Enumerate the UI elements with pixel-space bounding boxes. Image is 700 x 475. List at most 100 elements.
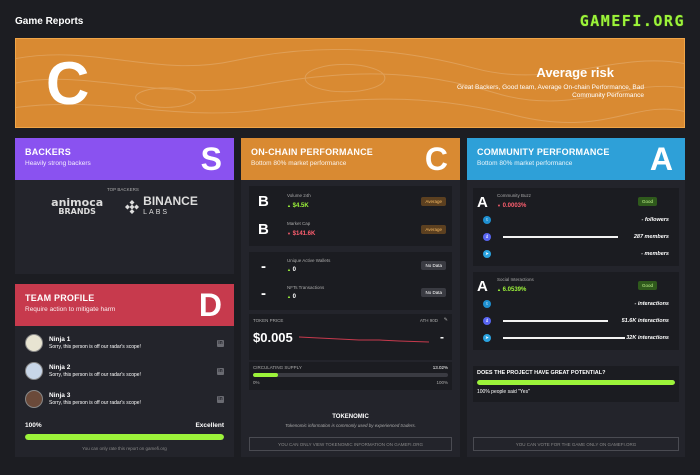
- discord-icon[interactable]: d: [483, 317, 491, 325]
- binance-icon: [125, 200, 140, 214]
- animoca-logo-line2: BRANDS: [58, 207, 96, 216]
- team-member[interactable]: Ninja 2 Sorry, this person is off our ra…: [25, 362, 225, 380]
- supply-box: CIRCULATING SUPPLY 13.02% 0% 100%: [249, 362, 452, 390]
- token-price-box: TOKEN PRICE ATH 90D ✎ $0.005 -: [249, 314, 452, 360]
- topography-pattern: [16, 48, 684, 123]
- token-range-label: ATH 90D: [419, 318, 438, 323]
- up-arrow-icon: ▲: [287, 267, 291, 272]
- nft-label: NFTs Transactions: [287, 285, 325, 290]
- backers-grade: S: [200, 141, 222, 177]
- vote-button[interactable]: YOU CAN VOTE FOR THE GAME ONLY ON GAMEFI…: [473, 437, 679, 451]
- binance-name: BINANCE: [143, 194, 198, 208]
- tokenomic-title: TOKENOMIC: [332, 414, 369, 420]
- member-name: Ninja 3: [49, 392, 71, 399]
- wallets-grade: -: [261, 258, 266, 275]
- tokenomic-desc: Tokenomic information is commonly used b…: [285, 423, 416, 428]
- binance-labs-logo[interactable]: BINANCE LABS: [125, 194, 198, 218]
- wallets-label: Unique Active Wallets: [287, 258, 331, 263]
- community-performance-card: COMMUNITY PERFORMANCE Bottom 80% market …: [467, 138, 685, 457]
- community-subtitle: Bottom 80% market performance: [477, 160, 573, 167]
- telegram-icon[interactable]: ➤: [483, 250, 491, 258]
- animoca-brands-logo[interactable]: animoca BRANDS: [51, 196, 104, 216]
- backers-title: BACKERS: [25, 147, 71, 157]
- edit-icon[interactable]: ✎: [444, 317, 448, 323]
- team-member[interactable]: Ninja 1 Sorry, this person is off our ra…: [25, 334, 225, 352]
- nft-tag: No Data: [421, 288, 446, 297]
- token-ath-value: -: [440, 330, 444, 344]
- member-name: Ninja 1: [49, 336, 71, 343]
- team-title: TEAM PROFILE: [25, 293, 95, 303]
- discord-interactions-bar: [503, 320, 608, 322]
- onchain-grade: C: [424, 141, 448, 177]
- down-arrow-icon: ▼: [287, 231, 291, 236]
- rate-note: You can only rate this report on gamefi.…: [82, 446, 167, 451]
- linkedin-icon[interactable]: in: [217, 368, 224, 375]
- tokenomic-button[interactable]: YOU CAN ONLY VIEW TOKENOMIC INFORMATION …: [249, 437, 452, 451]
- telegram-interactions-bar: [503, 337, 625, 339]
- animoca-logo-line1: animoca: [51, 196, 104, 209]
- backers-header: BACKERS Heavily strong backers S: [15, 138, 234, 180]
- potential-vote-box: DOES THE PROJECT HAVE GREAT POTENTIAL? 1…: [473, 366, 679, 402]
- telegram-interactions: 32K interactions: [626, 335, 669, 341]
- twitter-followers-row: t - followers: [483, 215, 669, 225]
- discord-members-row: d 287 members: [483, 232, 669, 242]
- binance-logo-text: BINANCE LABS: [143, 194, 198, 218]
- member-note: Sorry, this person is off our radar's sc…: [49, 372, 141, 378]
- telegram-icon[interactable]: ➤: [483, 334, 491, 342]
- onchain-header: ON-CHAIN PERFORMANCE Bottom 80% market p…: [241, 138, 460, 180]
- social-percent: 6.0539%: [502, 287, 527, 293]
- supply-label: CIRCULATING SUPPLY: [253, 365, 302, 370]
- team-score-fill: [25, 434, 224, 440]
- market-metrics-box: B Volume 24h ▲ $4.5K Average B Market Ca…: [249, 186, 452, 246]
- buzz-grade: A: [477, 194, 488, 211]
- twitter-interactions: - interactions: [634, 301, 669, 307]
- buzz-value: ▼ 0.0003%: [497, 203, 526, 209]
- member-note: Sorry, this person is off our radar's sc…: [49, 344, 141, 350]
- marketcap-amount: $141.6K: [292, 231, 316, 237]
- risk-title: Average risk: [536, 65, 614, 80]
- up-arrow-icon: ▲: [287, 294, 291, 299]
- overall-risk-banner: C Average risk Great Backers, Good team,…: [15, 38, 685, 128]
- top-backers-label: TOP BACKERS: [107, 187, 139, 192]
- member-info: Ninja 1 Sorry, this person is off our ra…: [49, 336, 141, 350]
- twitter-count: - followers: [641, 217, 669, 223]
- discord-count: 287 members: [633, 234, 669, 240]
- member-info: Ninja 3 Sorry, this person is off our ra…: [49, 392, 141, 406]
- member-info: Ninja 2 Sorry, this person is off our ra…: [49, 364, 141, 378]
- token-price-sparkline: [299, 336, 429, 343]
- linkedin-icon[interactable]: in: [217, 396, 224, 403]
- member-note: Sorry, this person is off our radar's sc…: [49, 400, 141, 406]
- social-grade: A: [477, 278, 488, 295]
- discord-bar: [503, 236, 618, 238]
- supply-max: 100%: [436, 380, 448, 385]
- member-name: Ninja 2: [49, 364, 71, 371]
- marketcap-grade: B: [258, 221, 269, 238]
- up-arrow-icon: ▲: [497, 287, 501, 292]
- discord-interactions-row: d 51.6K interactions: [483, 316, 669, 326]
- social-interactions-box: A Social Interactions ▲ 6.0539% Good t -…: [473, 272, 679, 350]
- linkedin-icon[interactable]: in: [217, 340, 224, 347]
- telegram-count: - members: [641, 251, 669, 257]
- telegram-interactions-row: ➤ 32K interactions: [483, 333, 669, 343]
- supply-bar: [253, 373, 448, 377]
- token-price-value: $0.005: [253, 330, 293, 345]
- twitter-icon[interactable]: t: [483, 216, 491, 224]
- token-price-label: TOKEN PRICE: [253, 318, 284, 323]
- team-member[interactable]: Ninja 3 Sorry, this person is off our ra…: [25, 390, 225, 408]
- down-arrow-icon: ▼: [497, 203, 501, 208]
- volume-grade: B: [258, 193, 269, 210]
- team-header: TEAM PROFILE Require action to mitigate …: [15, 284, 234, 326]
- onchain-title: ON-CHAIN PERFORMANCE: [251, 147, 373, 157]
- backers-subtitle: Heavily strong backers: [25, 160, 91, 167]
- twitter-icon[interactable]: t: [483, 300, 491, 308]
- wallets-tag: No Data: [421, 261, 446, 270]
- potential-question: DOES THE PROJECT HAVE GREAT POTENTIAL?: [477, 370, 606, 376]
- discord-icon[interactable]: d: [483, 233, 491, 241]
- twitter-interactions-row: t - interactions: [483, 299, 669, 309]
- community-title: COMMUNITY PERFORMANCE: [477, 147, 610, 157]
- avatar: [25, 362, 43, 380]
- telegram-members-row: ➤ - members: [483, 249, 669, 259]
- social-value: ▲ 6.0539%: [497, 287, 526, 293]
- supply-min: 0%: [253, 380, 260, 385]
- gamefi-logo[interactable]: GAMEFI.ORG: [580, 12, 685, 30]
